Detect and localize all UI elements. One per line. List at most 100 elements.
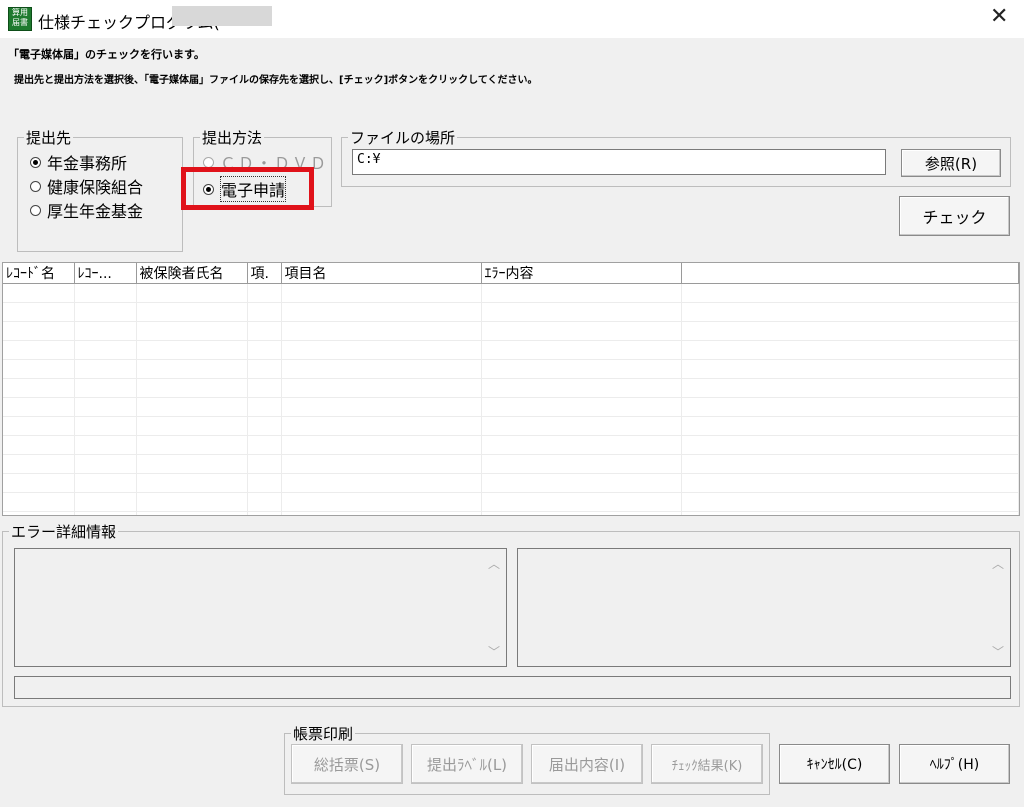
table-cell — [481, 492, 682, 512]
table-row[interactable] — [3, 378, 1019, 398]
table-cell — [3, 359, 75, 379]
radio-unselected-icon — [203, 156, 214, 168]
error-detail-left-textarea[interactable]: ︿ ﹀ — [14, 548, 507, 667]
error-detail-right-textarea[interactable]: ︿ ﹀ — [517, 548, 1011, 667]
table-cell — [247, 283, 282, 303]
instruction-line-1: 「電子媒体届」のチェックを行います。 — [8, 48, 205, 61]
table-cell — [281, 378, 482, 398]
table-cell — [3, 492, 75, 512]
table-cell — [136, 492, 248, 512]
table-row[interactable] — [3, 321, 1019, 341]
content-print-button[interactable]: 届出内容(I) — [531, 744, 643, 784]
table-cell — [281, 340, 482, 360]
scroll-down-icon[interactable]: ﹀ — [488, 643, 500, 660]
table-cell — [247, 378, 282, 398]
scroll-up-icon[interactable]: ︿ — [992, 555, 1004, 572]
table-cell — [74, 416, 137, 436]
table-cell — [74, 435, 137, 455]
instruction-line-2: 提出先と提出方法を選択後、「電子媒体届」ファイルの保存先を選択し、[チェック]ボ… — [14, 75, 538, 86]
grid-header-row: ﾚｺｰﾄﾞ名 ﾚｺｰ... 被保険者氏名 項. 項目名 ｴﾗｰ内容 — [3, 263, 1019, 284]
col-record-name[interactable]: ﾚｺｰﾄﾞ名 — [3, 263, 75, 284]
table-cell — [136, 283, 248, 303]
file-path-input[interactable]: C:¥ — [352, 149, 886, 175]
radio-label: 年金事務所 — [47, 154, 128, 173]
col-record-no[interactable]: ﾚｺｰ... — [74, 263, 137, 284]
table-row[interactable] — [3, 302, 1019, 322]
table-cell — [281, 473, 482, 493]
check-result-print-button[interactable]: ﾁｪｯｸ結果(K) — [651, 744, 763, 784]
table-cell — [281, 359, 482, 379]
scroll-down-icon[interactable]: ﹀ — [992, 643, 1004, 660]
table-cell — [3, 454, 75, 474]
cancel-button[interactable]: ｷｬﾝｾﾙ(C) — [779, 744, 890, 784]
table-cell — [481, 473, 682, 493]
table-cell — [247, 454, 282, 474]
table-cell — [136, 416, 248, 436]
table-cell — [281, 283, 482, 303]
table-cell — [481, 397, 682, 417]
help-button[interactable]: ﾍﾙﾌﾟ(H) — [899, 744, 1010, 784]
table-cell — [247, 511, 282, 515]
error-detail-status-field — [14, 676, 1011, 699]
table-cell — [247, 302, 282, 322]
summary-print-button[interactable]: 総括票(S) — [291, 744, 403, 784]
destination-legend: 提出先 — [26, 129, 72, 147]
table-cell — [281, 321, 482, 341]
table-cell — [681, 511, 1019, 515]
table-cell — [247, 473, 282, 493]
table-row[interactable] — [3, 473, 1019, 493]
table-cell — [681, 416, 1019, 436]
close-button[interactable]: ✕ — [990, 4, 1008, 29]
table-cell — [3, 378, 75, 398]
radio-selected-icon — [30, 156, 41, 168]
browse-button[interactable]: 参照(R) — [901, 149, 1001, 177]
table-row[interactable] — [3, 492, 1019, 512]
error-detail-legend: エラー詳細情報 — [11, 523, 117, 541]
results-grid[interactable]: ﾚｺｰﾄﾞ名 ﾚｺｰ... 被保険者氏名 項. 項目名 ｴﾗｰ内容 — [2, 262, 1020, 516]
col-insured-name[interactable]: 被保険者氏名 — [136, 263, 248, 284]
table-cell — [681, 435, 1019, 455]
table-cell — [136, 378, 248, 398]
table-cell — [136, 473, 248, 493]
print-legend: 帳票印刷 — [293, 725, 354, 743]
table-cell — [74, 511, 137, 515]
redacted-title-part — [172, 6, 272, 26]
table-cell — [481, 302, 682, 322]
table-cell — [74, 492, 137, 512]
table-cell — [481, 511, 682, 515]
table-row[interactable] — [3, 283, 1019, 303]
table-cell — [247, 397, 282, 417]
radio-health-insurance[interactable]: 健康保険組合 — [30, 174, 143, 198]
check-button[interactable]: チェック — [899, 196, 1010, 236]
radio-pension-office[interactable]: 年金事務所 — [30, 150, 127, 174]
table-cell — [136, 435, 248, 455]
table-cell — [3, 321, 75, 341]
table-cell — [481, 283, 682, 303]
label-print-button[interactable]: 提出ﾗﾍﾞﾙ(L) — [411, 744, 523, 784]
table-cell — [281, 511, 482, 515]
table-row[interactable] — [3, 397, 1019, 417]
table-row[interactable] — [3, 340, 1019, 360]
table-row[interactable] — [3, 454, 1019, 474]
table-cell — [74, 473, 137, 493]
table-cell — [681, 378, 1019, 398]
table-row[interactable] — [3, 416, 1019, 436]
table-cell — [136, 302, 248, 322]
radio-pension-fund[interactable]: 厚生年金基金 — [30, 198, 143, 222]
col-item-name[interactable]: 項目名 — [281, 263, 482, 284]
app-icon: 算用届書 — [8, 7, 32, 31]
table-cell — [136, 454, 248, 474]
table-row[interactable] — [3, 359, 1019, 379]
table-cell — [681, 473, 1019, 493]
table-row[interactable] — [3, 511, 1019, 515]
table-cell — [247, 321, 282, 341]
file-location-legend: ファイルの場所 — [350, 129, 456, 147]
table-row[interactable] — [3, 435, 1019, 455]
scroll-up-icon[interactable]: ︿ — [488, 555, 500, 572]
table-cell — [3, 283, 75, 303]
table-cell — [3, 435, 75, 455]
table-cell — [3, 397, 75, 417]
table-cell — [136, 511, 248, 515]
col-item-no[interactable]: 項. — [247, 263, 282, 284]
col-error-content[interactable]: ｴﾗｰ内容 — [481, 263, 682, 284]
